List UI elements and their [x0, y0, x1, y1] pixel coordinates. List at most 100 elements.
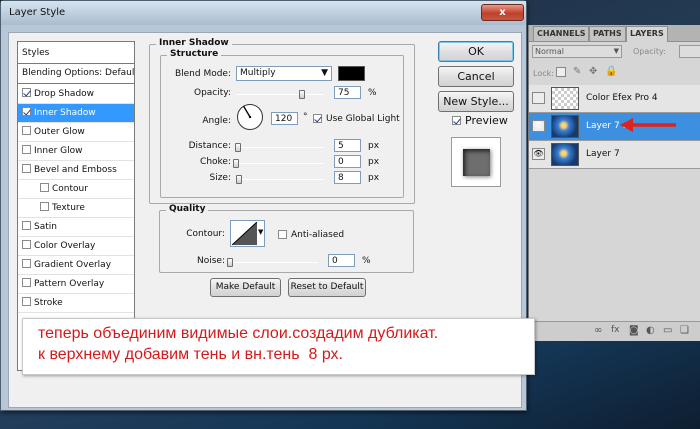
- anti-aliased-checkbox[interactable]: [278, 230, 290, 241]
- layer-name[interactable]: Layer 7: [586, 149, 620, 159]
- quality-title: Quality: [166, 204, 209, 214]
- tab-layers[interactable]: LAYERS: [626, 26, 668, 42]
- style-item-label: Contour: [52, 184, 88, 194]
- style-item-contour[interactable]: Contour: [18, 180, 134, 199]
- link-icon[interactable]: ∞: [594, 325, 602, 336]
- distance-slider[interactable]: [235, 143, 324, 152]
- style-item-checkbox[interactable]: [40, 202, 49, 211]
- preview-checkbox[interactable]: [452, 116, 464, 127]
- panel-footer: ∞ fx ◙ ◐ ▭ ❏: [529, 321, 700, 341]
- style-item-checkbox[interactable]: [22, 126, 31, 135]
- noise-label: Noise:: [197, 256, 225, 266]
- folder-icon[interactable]: ▭: [663, 325, 672, 336]
- opacity-input[interactable]: 75: [334, 86, 361, 99]
- fx-icon[interactable]: fx: [611, 325, 620, 335]
- style-item-checkbox[interactable]: [22, 145, 31, 154]
- contour-dropdown-icon[interactable]: ▼: [258, 228, 263, 236]
- opacity-slider-thumb[interactable]: [299, 90, 305, 99]
- adjustment-icon[interactable]: ◐: [646, 325, 655, 336]
- quality-group: Quality Contour: ▼ Anti-aliased Noise: 0…: [159, 204, 414, 273]
- anti-aliased-label: Anti-aliased: [291, 230, 345, 240]
- noise-slider-thumb[interactable]: [227, 258, 233, 267]
- layer-row[interactable]: Color Efex Pro 4: [529, 85, 700, 113]
- style-item-checkbox[interactable]: [22, 88, 31, 97]
- style-item-label: Satin: [34, 222, 57, 232]
- make-default-button[interactable]: Make Default: [210, 278, 281, 297]
- close-button[interactable]: x: [481, 4, 524, 21]
- lock-icons: ✎ ✥ 🔒: [556, 66, 617, 79]
- eye-icon[interactable]: 👁: [532, 120, 545, 132]
- choke-input[interactable]: 0: [334, 155, 361, 168]
- choke-slider-thumb[interactable]: [233, 159, 239, 168]
- style-item-pattern-overlay[interactable]: Pattern Overlay: [18, 275, 134, 294]
- noise-input[interactable]: 0: [328, 254, 355, 267]
- style-item-inner-shadow[interactable]: Inner Shadow: [18, 104, 134, 123]
- shadow-color-swatch[interactable]: [338, 66, 365, 81]
- style-item-checkbox[interactable]: [22, 240, 31, 249]
- style-item-stroke[interactable]: Stroke: [18, 294, 134, 313]
- layer-name[interactable]: Color Efex Pro 4: [586, 93, 658, 103]
- angle-dial-icon: [237, 104, 263, 130]
- distance-input[interactable]: 5: [334, 139, 361, 152]
- blend-mode-select[interactable]: Multiply ▼: [236, 66, 332, 81]
- move-icon[interactable]: ✥: [589, 66, 597, 77]
- eye-icon[interactable]: 👁: [532, 148, 545, 160]
- blending-options-item[interactable]: Blending Options: Default: [18, 64, 134, 84]
- use-global-light-checkbox[interactable]: [313, 114, 325, 125]
- size-slider[interactable]: [236, 175, 324, 184]
- style-item-outer-glow[interactable]: Outer Glow: [18, 123, 134, 142]
- noise-slider[interactable]: [227, 258, 318, 267]
- style-item-gradient-overlay[interactable]: Gradient Overlay: [18, 256, 134, 275]
- layer-opacity-input[interactable]: [679, 45, 700, 58]
- caption-box: теперь объединим видимые слои.создадим д…: [22, 318, 535, 375]
- distance-slider-thumb[interactable]: [235, 143, 241, 152]
- opacity-slider[interactable]: [236, 90, 324, 99]
- angle-dial[interactable]: [236, 103, 264, 131]
- style-item-label: Pattern Overlay: [34, 279, 105, 289]
- style-item-checkbox[interactable]: [40, 183, 49, 192]
- style-item-drop-shadow[interactable]: Drop Shadow: [18, 85, 134, 104]
- contour-picker[interactable]: ▼: [230, 220, 265, 247]
- size-label: Size:: [209, 173, 231, 183]
- style-item-satin[interactable]: Satin: [18, 218, 134, 237]
- style-item-label: Gradient Overlay: [34, 260, 112, 270]
- size-input[interactable]: 8: [334, 171, 361, 184]
- new-layer-icon[interactable]: ❏: [680, 325, 689, 336]
- style-item-bevel-and-emboss[interactable]: Bevel and Emboss: [18, 161, 134, 180]
- style-item-color-overlay[interactable]: Color Overlay: [18, 237, 134, 256]
- contour-label: Contour:: [186, 229, 225, 239]
- chevron-down-icon: ▼: [321, 68, 328, 78]
- title-bar[interactable]: Layer Style x: [1, 1, 526, 25]
- layer-blend-mode-select[interactable]: Normal ▼: [532, 45, 622, 58]
- lock-transparent-icon[interactable]: [556, 67, 566, 77]
- style-item-checkbox[interactable]: [22, 297, 31, 306]
- brush-icon[interactable]: ✎: [573, 66, 581, 77]
- style-item-texture[interactable]: Texture: [18, 199, 134, 218]
- opacity-label: Opacity:: [194, 88, 231, 98]
- style-item-checkbox[interactable]: [22, 107, 31, 116]
- styles-header[interactable]: Styles: [18, 42, 134, 64]
- checkbox-box: [278, 230, 287, 239]
- style-item-checkbox[interactable]: [22, 221, 31, 230]
- style-item-checkbox[interactable]: [22, 164, 31, 173]
- layer-thumbnail: [551, 115, 579, 138]
- angle-input[interactable]: 120: [271, 112, 298, 125]
- choke-slider[interactable]: [233, 159, 324, 168]
- lock-icon[interactable]: 🔒: [605, 66, 617, 77]
- style-item-inner-glow[interactable]: Inner Glow: [18, 142, 134, 161]
- tab-paths[interactable]: PATHS: [589, 26, 626, 41]
- layer-row[interactable]: 👁 Layer 7: [529, 141, 700, 169]
- eye-icon[interactable]: [532, 92, 545, 104]
- style-item-checkbox[interactable]: [22, 259, 31, 268]
- checkbox-box: [313, 114, 322, 123]
- cancel-button[interactable]: Cancel: [438, 66, 514, 87]
- size-slider-thumb[interactable]: [236, 175, 242, 184]
- new-style-button[interactable]: New Style...: [438, 91, 514, 112]
- angle-label: Angle:: [202, 116, 231, 126]
- tab-channels[interactable]: CHANNELS: [533, 26, 590, 41]
- reset-to-default-button[interactable]: Reset to Default: [288, 278, 366, 297]
- mask-icon[interactable]: ◙: [629, 325, 639, 336]
- ok-button[interactable]: OK: [438, 41, 514, 62]
- choke-label: Choke:: [200, 157, 231, 167]
- style-item-checkbox[interactable]: [22, 278, 31, 287]
